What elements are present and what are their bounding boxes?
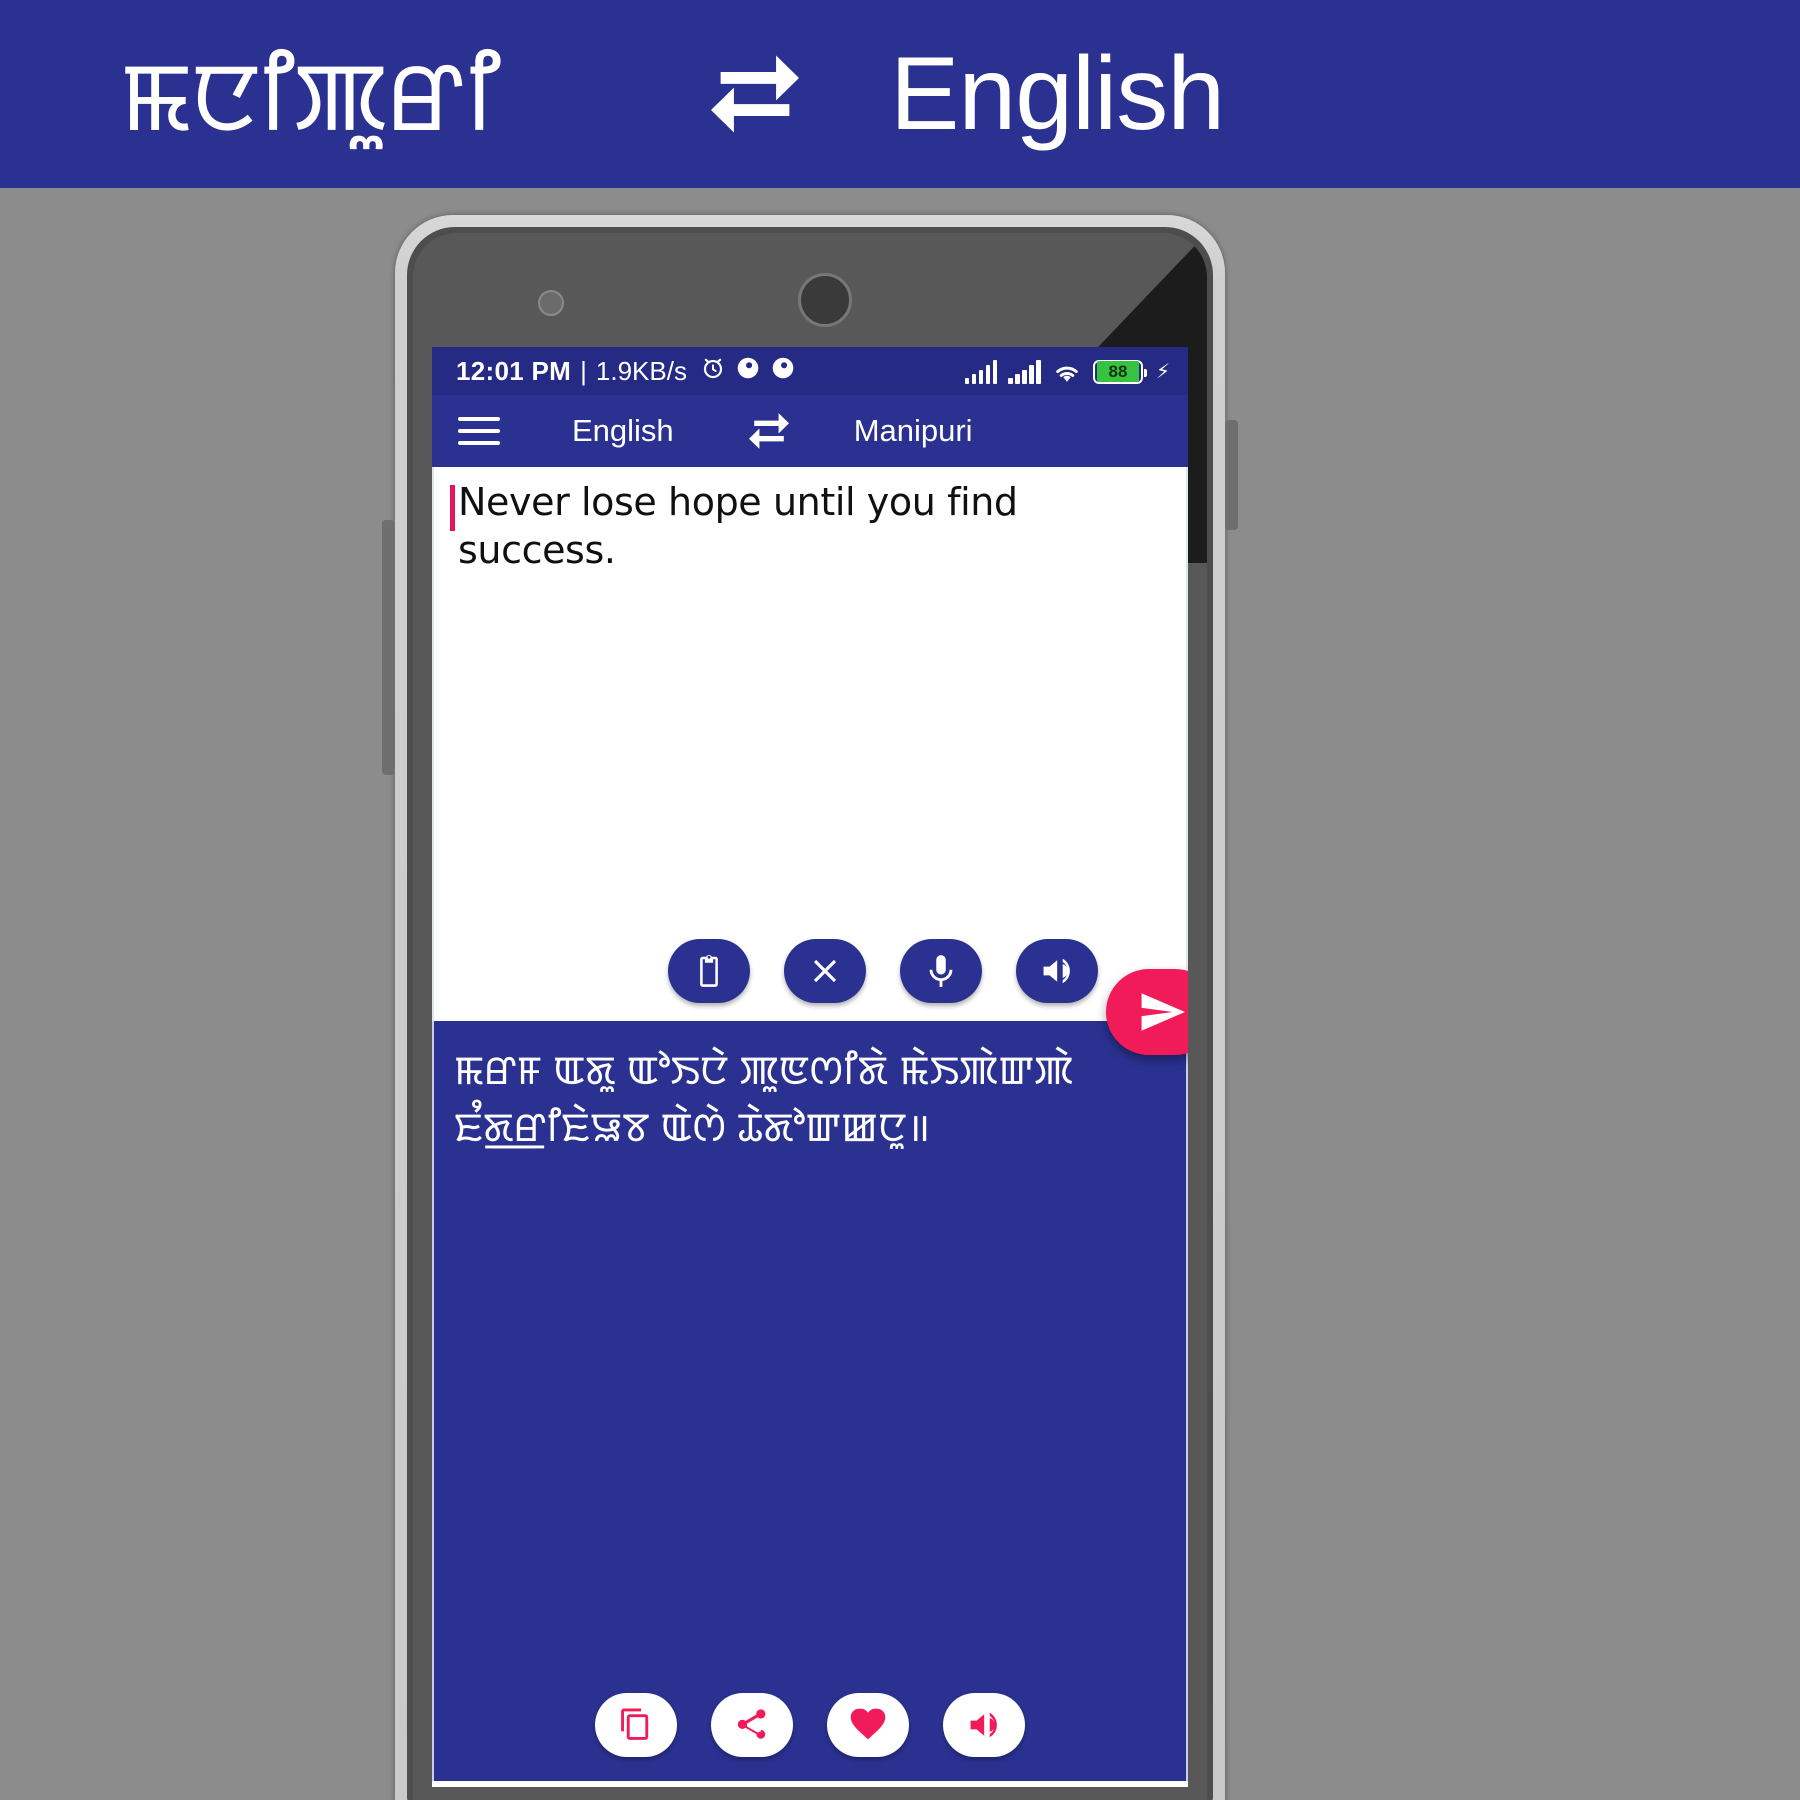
paste-button[interactable] xyxy=(668,939,750,1003)
signal-bars-icon xyxy=(964,359,998,384)
promo-source-language: ꯃꯅꯤꯄꯨꯔꯤ xyxy=(120,27,501,161)
phone-mockup: 12:01 PM | 1.9KB/s 88 ⚡ English Manipuri… xyxy=(382,215,1238,1800)
wifi-icon xyxy=(1052,361,1082,384)
translated-text: ꯃꯔꯝ ꯑꯗꯨ ꯑꯣꯏꯅꯥ ꯄꯨꯟꯁꯤꯗꯥ ꯃꯥꯏꯄꯥꯛꯄꯥ ꯐꯪꯗ꯭ꯔꯤꯐꯥꯎ… xyxy=(454,1041,1074,1154)
voice-input-button[interactable] xyxy=(900,939,982,1003)
app-screen: 12:01 PM | 1.9KB/s 88 ⚡ English Manipuri… xyxy=(432,347,1188,1787)
toolbar-source-language[interactable]: English xyxy=(572,413,674,449)
alarm-icon xyxy=(700,355,726,388)
earpiece-sensor-icon xyxy=(798,273,852,327)
front-camera-icon xyxy=(538,290,564,316)
phone-volume-button xyxy=(382,520,395,775)
promo-target-language: English xyxy=(890,36,1225,152)
copy-button[interactable] xyxy=(595,1693,677,1757)
screenshot-root: ꯃꯅꯤꯄꯨꯔꯤ English 12:01 PM | 1.9KB/s 88 ⚡ … xyxy=(0,0,1800,1800)
status-clock: 12:01 PM xyxy=(456,355,572,386)
app-toolbar: English Manipuri xyxy=(432,395,1188,467)
source-text-pane[interactable]: Never lose hope until you find success. xyxy=(432,467,1188,1055)
translate-send-button[interactable] xyxy=(1106,969,1188,1055)
share-button[interactable] xyxy=(711,1693,793,1757)
favorite-button[interactable] xyxy=(827,1693,909,1757)
toolbar-target-language[interactable]: Manipuri xyxy=(854,413,973,449)
pane-bottom-edge xyxy=(434,1781,1186,1787)
speak-output-button[interactable] xyxy=(943,1693,1025,1757)
source-action-buttons xyxy=(434,939,1186,1003)
speak-input-button[interactable] xyxy=(1016,939,1098,1003)
signal-bars-icon xyxy=(1008,359,1041,384)
charging-bolt-icon: ⚡ xyxy=(1155,360,1170,383)
translated-text-pane: ꯃꯔꯝ ꯑꯗꯨ ꯑꯣꯏꯅꯥ ꯄꯨꯟꯁꯤꯗꯥ ꯃꯥꯏꯄꯥꯛꯄꯥ ꯐꯪꯗ꯭ꯔꯤꯐꯥꯎ… xyxy=(432,1021,1188,1787)
hamburger-menu-icon[interactable] xyxy=(458,417,500,445)
status-network-speed: 1.9KB/s xyxy=(595,355,687,386)
promo-swap-icon xyxy=(680,39,830,149)
dnd-icon xyxy=(735,355,761,388)
phone-power-button xyxy=(1225,420,1238,530)
status-separator: | xyxy=(580,355,587,386)
clear-button[interactable] xyxy=(784,939,866,1003)
battery-indicator: 88 xyxy=(1092,359,1147,384)
android-status-bar: 12:01 PM | 1.9KB/s 88 ⚡ xyxy=(432,347,1188,395)
source-text-input[interactable]: Never lose hope until you find success. xyxy=(458,479,1168,574)
output-action-buttons xyxy=(434,1693,1186,1757)
battery-percent: 88 xyxy=(1096,361,1139,382)
promo-banner: ꯃꯅꯤꯄꯨꯔꯤ English xyxy=(0,0,1800,188)
text-caret xyxy=(450,485,455,531)
toolbar-swap-icon[interactable] xyxy=(744,406,794,456)
dnd-icon xyxy=(770,355,796,388)
